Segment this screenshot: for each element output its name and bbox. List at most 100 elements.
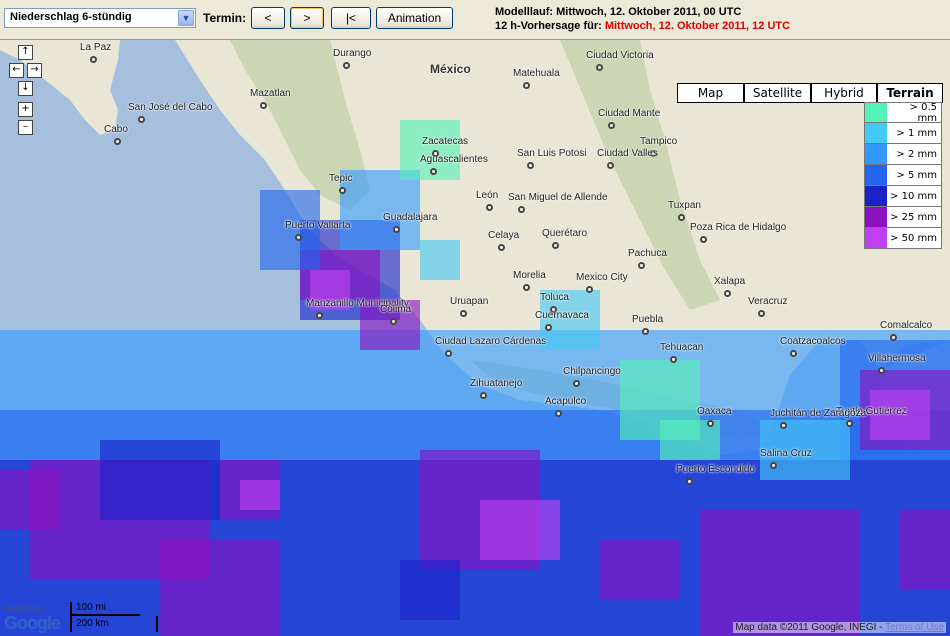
toolbar: Niederschlag 6-stündig ▼ Termin: < > |< …: [0, 0, 950, 40]
pan-right-button[interactable]: →: [27, 63, 42, 78]
precip-cell: [100, 440, 220, 520]
city-dot: [518, 206, 525, 213]
legend-swatch: [865, 123, 887, 143]
legend-swatch: [865, 186, 887, 206]
arrow-right-icon: →: [30, 64, 39, 75]
city-dot: [486, 204, 493, 211]
city-label: Colima: [380, 304, 412, 315]
termin-label: Termin:: [203, 11, 247, 25]
city-label: Acapulco: [545, 396, 587, 407]
city-label: Zacatecas: [422, 136, 469, 147]
city-label: Ciudad Mante: [598, 108, 661, 119]
legend-row: > 10 mm: [864, 186, 942, 207]
city-dot: [343, 62, 350, 69]
animation-button[interactable]: Animation: [376, 7, 453, 29]
prev-button[interactable]: <: [251, 7, 285, 29]
legend-label: > 25 mm: [890, 211, 937, 223]
city-dot: [890, 334, 897, 341]
city-dot: [790, 350, 797, 357]
city-label: Coatzacoalcos: [780, 336, 846, 347]
map-type-map-button[interactable]: Map: [677, 83, 744, 103]
city-label: Morelia: [513, 270, 546, 281]
city-label: Aguascalientes: [420, 154, 488, 165]
map-attribution: Map data ©2011 Google, INEGI - Terms of …: [733, 622, 946, 633]
city-dot: [552, 242, 559, 249]
plus-icon: +: [21, 103, 30, 114]
precip-cell: [420, 240, 460, 280]
forecast-line: 12 h-Vorhersage für: Mittwoch, 12. Oktob…: [495, 19, 790, 33]
city-label: Celaya: [488, 230, 520, 241]
city-label: Villahermosa: [868, 353, 926, 364]
precip-cell: [240, 480, 280, 510]
chevron-down-icon[interactable]: ▼: [178, 10, 194, 26]
run-info: Modelllauf: Mittwoch, 12. Oktober 2011, …: [495, 5, 790, 33]
city-dot: [545, 324, 552, 331]
pan-up-button[interactable]: ↑: [18, 45, 33, 60]
city-label: Xalapa: [714, 276, 746, 287]
city-label: Salina Cruz: [760, 448, 812, 459]
city-label: Toluca: [540, 292, 569, 303]
forecast-prefix: 12 h-Vorhersage für:: [495, 20, 605, 32]
city-dot: [390, 318, 397, 325]
legend-row: > 1 mm: [864, 123, 942, 144]
legend-swatch: [865, 144, 887, 164]
precip-cell: [160, 540, 280, 636]
terms-of-use-link[interactable]: Terms of Use: [885, 622, 944, 633]
city-dot: [523, 284, 530, 291]
pan-left-button[interactable]: ←: [9, 63, 24, 78]
city-label: San José del Cabo: [128, 102, 213, 113]
next-button[interactable]: >: [290, 7, 324, 29]
google-logo[interactable]: POWERED BY Google: [4, 607, 61, 634]
city-label: Comalcalco: [880, 320, 933, 331]
legend-row: > 0.5 mm: [864, 101, 942, 124]
precip-cell: [600, 540, 680, 600]
model-run-line: Modelllauf: Mittwoch, 12. Oktober 2011, …: [495, 6, 742, 18]
legend-row: > 5 mm: [864, 165, 942, 186]
city-label: Pachuca: [628, 248, 667, 259]
minus-icon: –: [23, 121, 28, 132]
city-dot: [758, 310, 765, 317]
city-label: Cuernavaca: [535, 310, 589, 321]
map-type-hybrid-button[interactable]: Hybrid: [811, 83, 877, 103]
city-dot: [114, 138, 121, 145]
city-dot: [260, 102, 267, 109]
legend-row: > 2 mm: [864, 144, 942, 165]
city-dot: [480, 392, 487, 399]
arrow-down-icon: ↓: [21, 82, 30, 93]
precip-cell: [700, 510, 860, 636]
product-select[interactable]: Niederschlag 6-stündig ▼: [4, 8, 196, 28]
city-label: La Paz: [80, 42, 112, 53]
scale-km: 200 km: [70, 616, 158, 632]
precip-legend: > 0.5 mm > 1 mm > 2 mm > 5 mm > 10 mm > 25 mm…: [864, 102, 942, 249]
city-label: Ciudad Valles: [597, 148, 658, 159]
city-dot: [295, 234, 302, 241]
city-label: San Luis Potosi: [517, 148, 587, 159]
legend-label: > 2 mm: [896, 148, 937, 160]
product-select-value: Niederschlag 6-stündig: [10, 11, 132, 23]
city-dot: [316, 312, 323, 319]
zoom-in-button[interactable]: +: [18, 102, 33, 117]
city-label: Tampico: [640, 136, 678, 147]
precip-cell: [0, 470, 60, 530]
legend-row: > 25 mm: [864, 207, 942, 228]
city-label: Puerto Vallarta: [285, 220, 351, 231]
city-dot: [707, 420, 714, 427]
city-label: Matehuala: [513, 68, 560, 79]
city-dot: [523, 82, 530, 89]
city-dot: [90, 56, 97, 63]
legend-row: > 50 mm: [864, 228, 942, 249]
pan-down-button[interactable]: ↓: [18, 81, 33, 96]
map-type-satellite-button[interactable]: Satellite: [744, 83, 811, 103]
city-dot: [686, 478, 693, 485]
map-type-terrain-button[interactable]: Terrain: [877, 83, 943, 103]
first-button[interactable]: |<: [331, 7, 371, 29]
city-label: Querétaro: [542, 228, 588, 239]
zoom-out-button[interactable]: –: [18, 120, 33, 135]
map-canvas[interactable]: La Paz San José del Cabo Cabo Mazatlan Duran…: [0, 40, 950, 636]
legend-label: > 0.5 mm: [909, 101, 937, 124]
city-label: Guadalajara: [383, 212, 438, 223]
city-label: Ciudad Victoria: [586, 50, 654, 61]
city-dot: [586, 286, 593, 293]
city-label: Tehuacan: [660, 342, 704, 353]
city-label: León: [476, 190, 499, 201]
